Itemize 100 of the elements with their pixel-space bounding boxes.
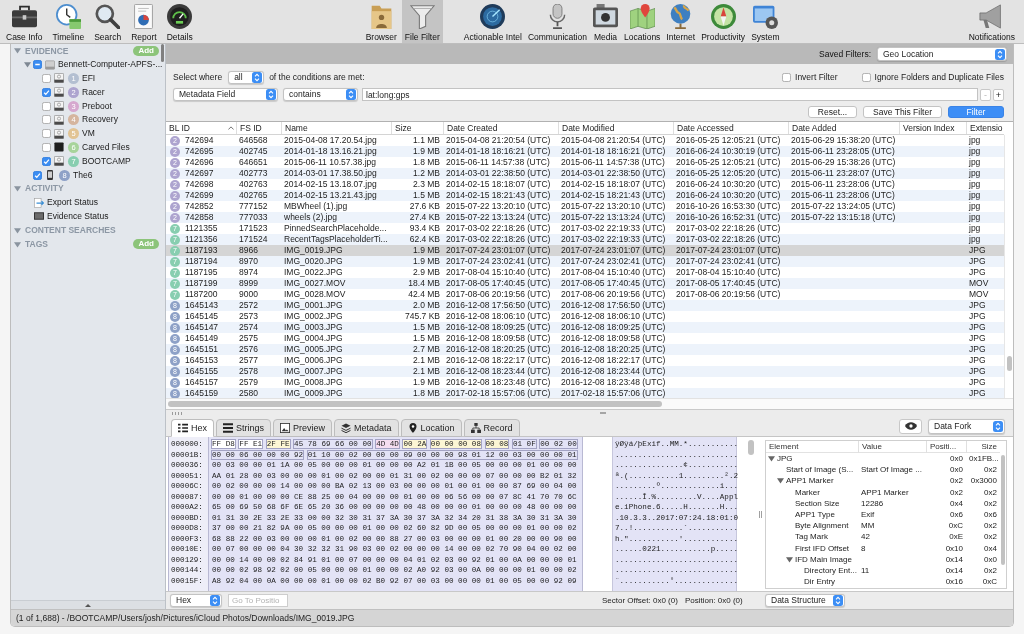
tree-item[interactable]: BOOTCAMP bbox=[82, 155, 131, 167]
saved-filters-select[interactable]: Geo Location bbox=[877, 47, 1007, 61]
disclosure-triangle-icon[interactable] bbox=[14, 47, 21, 55]
toolbar-button[interactable]: Actionable Intel bbox=[460, 0, 525, 43]
resize-handle-icon[interactable] bbox=[85, 603, 91, 607]
column-header[interactable]: Date Modified bbox=[558, 122, 673, 134]
scrollbar-thumb[interactable] bbox=[1006, 356, 1012, 371]
toolbar-button[interactable]: System bbox=[748, 0, 783, 43]
tree-cell[interactable]: Start of Image (S... bbox=[786, 464, 854, 476]
checkbox[interactable] bbox=[42, 142, 51, 152]
resize-grip-icon[interactable] bbox=[172, 411, 182, 415]
tree-cell[interactable]: Directory Ent... bbox=[804, 564, 857, 576]
match-select[interactable]: all bbox=[228, 71, 265, 84]
column-header[interactable]: Positi... bbox=[926, 441, 966, 453]
action-button[interactable]: Reset... bbox=[807, 105, 858, 118]
toolbar-button[interactable]: File Filter bbox=[401, 0, 443, 43]
tree-cell[interactable]: APP1 Marker bbox=[786, 475, 834, 487]
fork-select[interactable]: Data Fork bbox=[928, 418, 1005, 434]
checkbox-label[interactable]: Invert Filter bbox=[795, 71, 838, 84]
inspector-tab[interactable]: Strings bbox=[216, 419, 272, 437]
operator-select[interactable]: contains bbox=[283, 88, 358, 101]
disclosure-triangle-icon[interactable] bbox=[14, 226, 21, 234]
toolbar-button[interactable]: Details bbox=[163, 0, 196, 43]
scrollbar-thumb[interactable] bbox=[161, 44, 164, 62]
inspector-tab[interactable]: Location bbox=[400, 419, 462, 437]
column-header[interactable]: Value bbox=[858, 441, 926, 453]
column-header[interactable]: Version Index bbox=[899, 122, 966, 134]
tree-cell[interactable]: Dir Entry bbox=[804, 576, 836, 588]
tree-item[interactable]: The6 bbox=[73, 169, 93, 181]
toolbar-button[interactable]: Media bbox=[589, 0, 621, 43]
disclosure-triangle-icon[interactable] bbox=[24, 61, 31, 69]
toolbar-button[interactable]: Case Info bbox=[3, 0, 46, 43]
checkbox[interactable] bbox=[782, 73, 791, 82]
toolbar-button[interactable]: Internet bbox=[663, 0, 699, 43]
scrollbar-thumb[interactable] bbox=[1001, 455, 1005, 565]
disclosure-triangle-icon[interactable] bbox=[14, 185, 21, 193]
field-select[interactable]: Metadata Field bbox=[173, 88, 278, 101]
tree-item[interactable]: Racer bbox=[82, 86, 105, 98]
view-button[interactable] bbox=[899, 418, 922, 434]
disclosure-triangle-icon[interactable] bbox=[786, 555, 793, 563]
toolbar-button[interactable]: Locations bbox=[620, 0, 664, 43]
column-header[interactable]: Date Created bbox=[443, 122, 558, 134]
scrollbar-thumb[interactable] bbox=[747, 440, 754, 455]
toolbar-button[interactable]: Communication bbox=[524, 0, 590, 43]
tree-item[interactable]: Carved Files bbox=[82, 141, 130, 153]
checkbox-label[interactable]: Ignore Folders and Duplicate Files bbox=[874, 71, 1004, 84]
column-header[interactable]: Date Accessed bbox=[673, 122, 788, 134]
filter-value-field[interactable]: lat:long:gps bbox=[362, 88, 978, 101]
disclosure-triangle-icon[interactable] bbox=[14, 240, 21, 248]
tree-item[interactable]: EFI bbox=[82, 73, 96, 84]
column-header[interactable]: BL ID bbox=[166, 122, 236, 134]
column-header[interactable]: Size bbox=[966, 441, 1000, 453]
toolbar-button[interactable]: Productivity bbox=[698, 0, 749, 43]
tree-cell[interactable]: Marker bbox=[795, 486, 820, 498]
tree-item[interactable]: Preboot bbox=[82, 100, 112, 112]
checkbox[interactable] bbox=[42, 156, 51, 166]
checkbox[interactable] bbox=[861, 73, 871, 82]
column-header[interactable]: Name bbox=[281, 122, 391, 134]
tree-cell[interactable]: First IFD Offset bbox=[795, 542, 850, 554]
column-header[interactable]: Extensio bbox=[966, 122, 1005, 134]
disclosure-triangle-icon[interactable] bbox=[777, 477, 784, 485]
inspector-tab[interactable]: Hex bbox=[171, 419, 214, 437]
checkbox[interactable] bbox=[42, 101, 51, 111]
tree-cell[interactable]: Tag Mark bbox=[795, 531, 828, 543]
toolbar-button[interactable]: Timeline bbox=[49, 0, 88, 43]
toolbar-button[interactable]: Report bbox=[128, 0, 160, 43]
add-condition-button[interactable]: + bbox=[993, 88, 1004, 101]
structure-select[interactable]: Data Structure bbox=[765, 594, 845, 607]
toolbar-button[interactable]: Notifications bbox=[965, 0, 1018, 43]
toolbar-button[interactable]: Browser bbox=[362, 0, 400, 43]
column-header[interactable]: Date Added bbox=[788, 122, 899, 134]
checkbox[interactable] bbox=[33, 170, 42, 180]
toolbar-button[interactable]: Search bbox=[91, 0, 125, 43]
mode-select[interactable]: Hex bbox=[170, 594, 222, 607]
inspector-tab[interactable]: Preview bbox=[273, 419, 333, 437]
tree-item[interactable]: Recovery bbox=[82, 114, 118, 126]
action-button[interactable]: Save This Filter bbox=[863, 105, 942, 118]
tree-cell[interactable]: IFD Main Image bbox=[795, 553, 852, 565]
checkbox[interactable] bbox=[42, 129, 51, 139]
column-header[interactable]: Element bbox=[766, 441, 858, 453]
checkbox[interactable] bbox=[33, 60, 42, 70]
scrollbar-thumb[interactable] bbox=[168, 401, 662, 407]
tree-item[interactable]: Evidence Status bbox=[47, 210, 109, 222]
splitter-handle-icon[interactable] bbox=[758, 510, 762, 518]
tree-item[interactable]: Bennett-Computer-APFS-... bbox=[58, 59, 163, 71]
inspector-tab[interactable]: Metadata bbox=[334, 419, 399, 437]
tree-cell[interactable]: Section Size bbox=[795, 497, 840, 509]
inspector-tab[interactable]: Record bbox=[463, 419, 520, 437]
tree-item[interactable]: VM bbox=[82, 128, 95, 140]
tree-cell[interactable]: Byte Alignment bbox=[795, 520, 849, 532]
splitter-handle-icon[interactable] bbox=[600, 412, 606, 414]
disclosure-triangle-icon[interactable] bbox=[768, 455, 775, 463]
checkbox[interactable] bbox=[42, 74, 51, 83]
column-header[interactable]: Size bbox=[391, 122, 443, 134]
tree-item[interactable]: Export Status bbox=[47, 197, 99, 209]
tree-cell[interactable]: JPG bbox=[777, 453, 793, 465]
column-header[interactable]: FS ID bbox=[236, 122, 281, 134]
tree-cell[interactable]: APP1 Type bbox=[795, 509, 835, 521]
checkbox[interactable] bbox=[42, 87, 51, 97]
checkbox[interactable] bbox=[42, 115, 51, 125]
